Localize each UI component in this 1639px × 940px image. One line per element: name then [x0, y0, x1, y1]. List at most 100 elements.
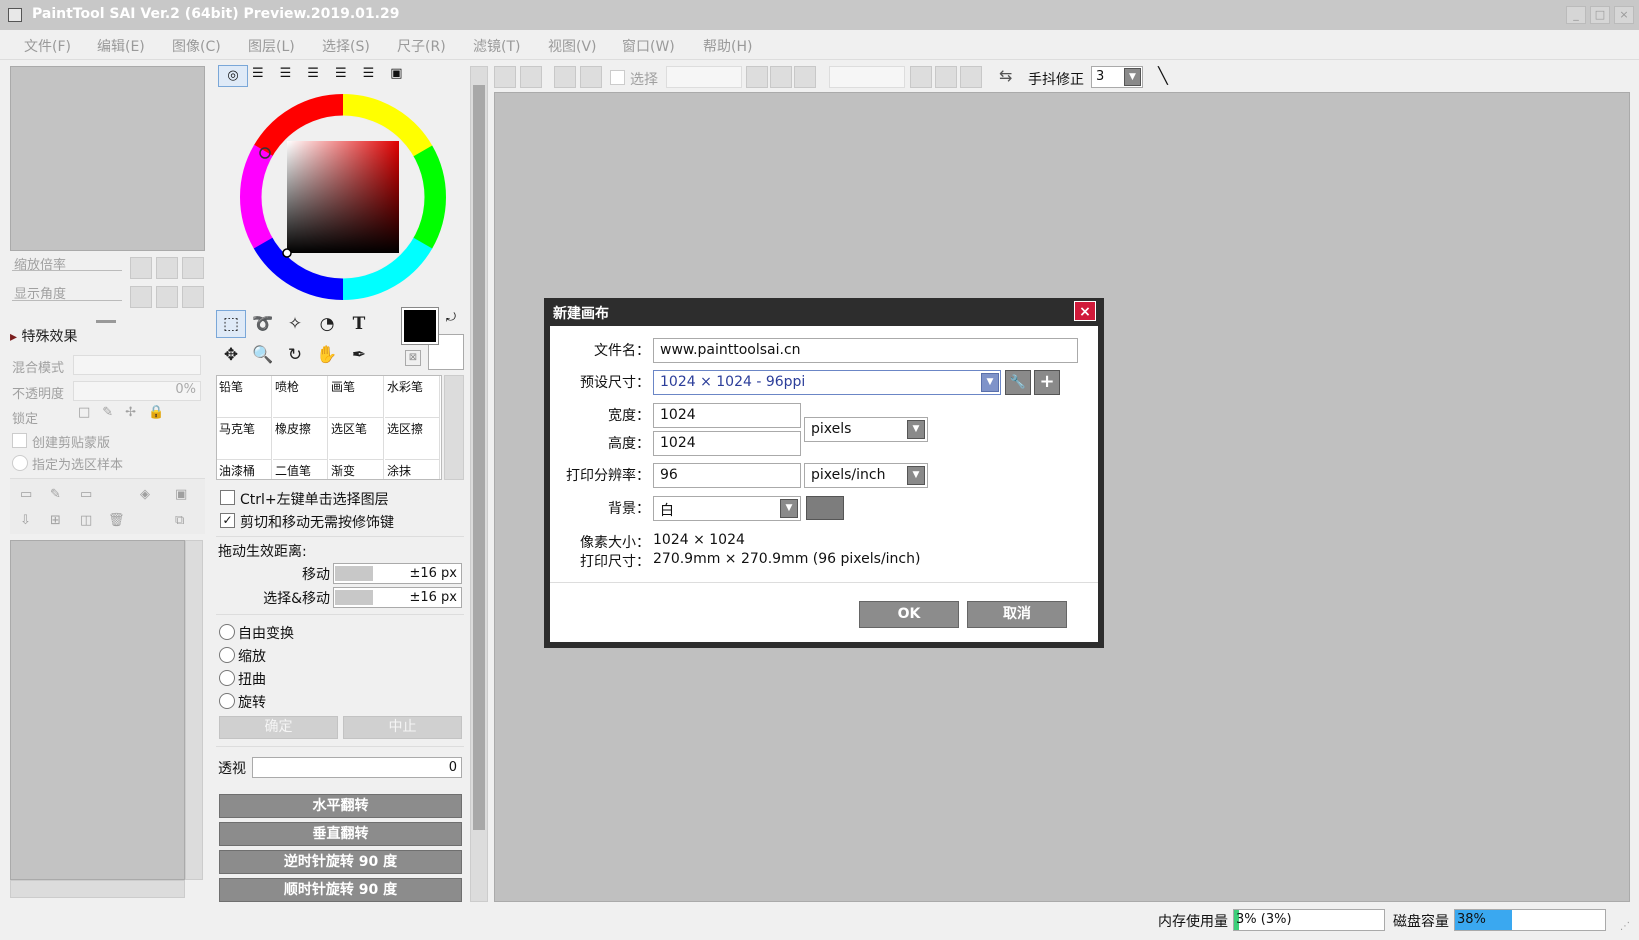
rotate-right-button[interactable]	[156, 286, 178, 308]
cut-move-checkbox[interactable]: ✓	[220, 513, 235, 528]
navigator-preview[interactable]	[10, 66, 205, 251]
perspective-field[interactable]: 0	[252, 757, 462, 778]
select-checkbox[interactable]	[610, 70, 625, 85]
rotate-reset-button[interactable]	[182, 286, 204, 308]
layer-list-scrollbar[interactable]	[185, 540, 203, 880]
menu-select[interactable]: 选择(S)	[322, 36, 370, 56]
close-button[interactable]: ×	[1614, 6, 1634, 24]
menu-file[interactable]: 文件(F)	[24, 36, 71, 56]
color-wheel-tab[interactable]: ◎	[218, 65, 248, 87]
rotate-left-button[interactable]	[130, 286, 152, 308]
dpi-input[interactable]: 96	[653, 463, 801, 488]
menu-ruler[interactable]: 尺子(R)	[397, 36, 446, 56]
zoom-reset-tb-button[interactable]	[794, 66, 816, 88]
clip-mask-checkbox[interactable]	[12, 433, 27, 448]
flip-view-icon[interactable]: ⇆	[999, 66, 1012, 85]
hand-tool[interactable]: ✋	[312, 341, 342, 369]
brush-airbrush[interactable]: 喷枪	[273, 376, 328, 418]
menu-help[interactable]: 帮助(H)	[703, 36, 752, 56]
confirm-button[interactable]: 确定	[219, 716, 338, 739]
brush-bucket[interactable]: 油漆桶	[217, 460, 272, 479]
dialog-close-button[interactable]: ×	[1074, 301, 1096, 321]
free-transform-radio[interactable]	[219, 624, 235, 640]
menu-window[interactable]: 窗口(W)	[622, 36, 675, 56]
brush-binary[interactable]: 二值笔	[273, 460, 328, 479]
rotate-cw-button[interactable]: 顺时针旋转 90 度	[219, 878, 462, 902]
ctrl-click-checkbox[interactable]	[220, 490, 235, 505]
chevron-down-icon[interactable]: ▼	[907, 466, 925, 485]
zoom-select[interactable]	[666, 66, 742, 88]
lasso-tool[interactable]: ➰	[248, 310, 278, 338]
layer-list[interactable]	[10, 540, 185, 880]
clear-layer-icon[interactable]: ◫	[80, 513, 92, 528]
menu-layer[interactable]: 图层(L)	[248, 36, 295, 56]
brush-blur[interactable]: 涂抹	[385, 460, 440, 479]
brush-gradient[interactable]: 渐变	[329, 460, 384, 479]
swap-colors-icon[interactable]: ⤾	[446, 310, 456, 325]
preset-select[interactable]: 1024 × 1024 - 96ppi	[653, 370, 1001, 395]
blend-mode-select[interactable]	[73, 355, 201, 375]
selection-sample-radio[interactable]	[12, 455, 28, 471]
undo-button[interactable]	[494, 66, 516, 88]
brush-brush[interactable]: 画笔	[329, 376, 384, 418]
brush-grid-scrollbar[interactable]	[444, 375, 464, 480]
effects-toggle[interactable]: ▸ 特殊效果	[10, 326, 77, 346]
transfer-down-icon[interactable]: ⇩	[20, 513, 31, 528]
brush-select-pen[interactable]: 选区笔	[329, 418, 384, 460]
brush-watercolor[interactable]: 水彩笔	[385, 376, 440, 418]
transparent-color-icon[interactable]: ⊠	[405, 350, 421, 366]
lock-icons[interactable]: □✎✢🔒	[78, 405, 176, 420]
background-color-swatch[interactable]	[806, 496, 844, 520]
menu-image[interactable]: 图像(C)	[172, 36, 221, 56]
deselect-button[interactable]	[554, 66, 576, 88]
preset-add-button[interactable]: +	[1034, 370, 1060, 395]
select-move-slider[interactable]	[335, 590, 373, 605]
rotate-right-tb-button[interactable]	[935, 66, 957, 88]
new-folder-icon[interactable]: ▭	[80, 487, 92, 502]
tool-panel-scrollbar[interactable]	[470, 66, 488, 902]
maximize-button[interactable]: □	[1590, 6, 1610, 24]
cancel-button[interactable]: 取消	[967, 601, 1067, 628]
rotate-left-tb-button[interactable]	[910, 66, 932, 88]
abort-button[interactable]: 中止	[343, 716, 462, 739]
layer-mask-icon[interactable]: ▣	[175, 487, 187, 502]
new-pen-layer-icon[interactable]: ✎	[50, 487, 61, 502]
scale-radio[interactable]	[219, 647, 235, 663]
chevron-down-icon[interactable]: ▼	[981, 373, 999, 392]
layer-list-hscrollbar[interactable]	[10, 880, 185, 898]
line-tool-icon[interactable]: ╲	[1152, 66, 1174, 88]
rotate-ccw-button[interactable]: 逆时针旋转 90 度	[219, 850, 462, 874]
resize-grip-icon[interactable]: ⋰	[1620, 921, 1630, 932]
width-input[interactable]: 1024	[653, 403, 801, 428]
chevron-down-icon[interactable]: ▼	[907, 420, 925, 439]
color-wheel[interactable]	[238, 92, 448, 302]
merge-icon[interactable]: ⊞	[50, 513, 61, 528]
primary-color-swatch[interactable]	[401, 307, 439, 345]
color-mode-tabs[interactable]: ☰☰☰☰☰▣	[252, 66, 419, 81]
move-distance-slider[interactable]	[335, 566, 373, 581]
rect-select-tool[interactable]: ⬚	[216, 310, 246, 338]
brush-select-eraser[interactable]: 选区擦	[385, 418, 440, 460]
angle-slider[interactable]	[12, 300, 122, 301]
chevron-down-icon[interactable]: ▼	[1124, 68, 1141, 86]
shape-tool[interactable]: ◔	[312, 310, 342, 338]
scrollbar-thumb[interactable]	[473, 85, 485, 830]
rotate-reset-tb-button[interactable]	[960, 66, 982, 88]
zoom-out-button[interactable]	[130, 257, 152, 279]
height-input[interactable]: 1024	[653, 431, 801, 456]
zoom-reset-button[interactable]	[182, 257, 204, 279]
zoom-out-tb-button[interactable]	[746, 66, 768, 88]
background-select[interactable]: 白	[653, 496, 801, 521]
angle-select[interactable]	[829, 66, 905, 88]
ok-button[interactable]: OK	[859, 601, 959, 628]
preset-edit-button[interactable]: 🔧	[1005, 370, 1031, 395]
rotate-tool[interactable]: ↻	[280, 341, 310, 369]
invert-select-button[interactable]	[580, 66, 602, 88]
zoom-in-button[interactable]	[156, 257, 178, 279]
zoom-in-tb-button[interactable]	[770, 66, 792, 88]
brush-eraser[interactable]: 橡皮擦	[273, 418, 328, 460]
move-tool[interactable]: ✥	[216, 341, 246, 369]
chevron-down-icon[interactable]: ▼	[780, 499, 798, 518]
layer-properties-icon[interactable]: ⧉	[175, 513, 184, 528]
add-mask-icon[interactable]: ◈	[140, 487, 150, 502]
